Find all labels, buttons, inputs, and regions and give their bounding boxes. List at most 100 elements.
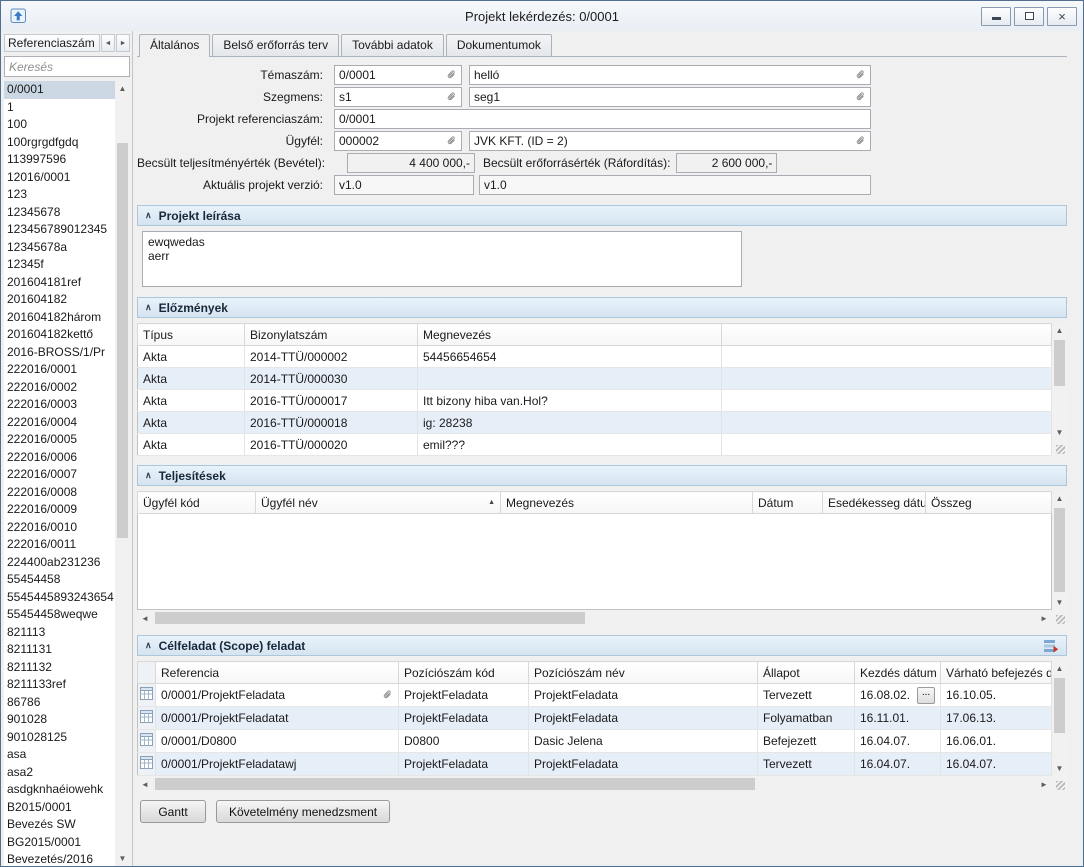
list-item[interactable]: 100	[4, 116, 115, 134]
detail-grid-icon[interactable]	[140, 712, 153, 726]
scrollbar-thumb[interactable]	[1054, 340, 1065, 386]
scrollbar-thumb[interactable]	[1054, 678, 1065, 733]
column-header[interactable]: Kezdés dátum	[855, 662, 941, 684]
column-header[interactable]: Összeg	[926, 492, 1052, 514]
list-item[interactable]: Bevezés SW	[4, 816, 115, 834]
temaszam-name-field[interactable]: helló	[469, 65, 871, 85]
scrollbar-thumb[interactable]	[155, 612, 585, 624]
paperclip-icon[interactable]	[855, 136, 866, 147]
becsult-raforditas-field[interactable]: 2 600 000,-	[676, 153, 777, 173]
table-row[interactable]: 0/0001/D0800 D0800 Dasic Jelena Befejeze…	[138, 730, 1052, 753]
column-header[interactable]: Várható befejezés d	[941, 662, 1052, 684]
celfeladat-hscrollbar[interactable]: ◄ ►	[137, 776, 1052, 792]
scroll-down-icon[interactable]: ▼	[1052, 595, 1067, 610]
table-row[interactable]: Akta 2014-TTÜ/000002 54456654654	[138, 346, 1052, 368]
search-input[interactable]	[4, 56, 130, 77]
close-button[interactable]: ×	[1047, 7, 1077, 26]
list-item[interactable]: 901028125	[4, 729, 115, 747]
verzio-field-1[interactable]: v1.0	[334, 175, 474, 195]
detail-grid-icon[interactable]	[140, 735, 153, 749]
table-row[interactable]: 0/0001/ProjektFeladata ProjektFeladata P…	[138, 684, 1052, 707]
collapse-icon[interactable]: ∧	[145, 640, 152, 651]
list-item[interactable]: 0/0001	[4, 81, 115, 99]
list-item[interactable]: 201604181ref	[4, 274, 115, 292]
list-item[interactable]: 222016/0010	[4, 519, 115, 537]
column-header[interactable]: Dátum	[753, 492, 823, 514]
table-row[interactable]: 0/0001/ProjektFeladatawj ProjektFeladata…	[138, 753, 1052, 776]
teljesitesek-hscrollbar[interactable]: ◄ ►	[137, 610, 1052, 626]
scroll-up-icon[interactable]: ▲	[1052, 323, 1067, 338]
list-item[interactable]: Bevezetés/2016	[4, 851, 115, 866]
list-item[interactable]: 222016/0001	[4, 361, 115, 379]
column-header[interactable]: Esedékesseg dátum	[823, 492, 926, 514]
minimize-button[interactable]	[981, 7, 1011, 26]
list-item[interactable]: 2016-BROSS/1/Pr	[4, 344, 115, 362]
column-header[interactable]: Bizonylatszám	[245, 324, 418, 346]
list-item[interactable]: asa	[4, 746, 115, 764]
scroll-left-icon[interactable]: ◄	[137, 610, 153, 626]
sidebar-column-header[interactable]: Referenciaszám	[4, 34, 100, 52]
detail-grid-icon[interactable]	[140, 758, 153, 772]
list-item[interactable]: 222016/0004	[4, 414, 115, 432]
column-header-empty[interactable]	[138, 662, 156, 684]
list-item[interactable]: 222016/0009	[4, 501, 115, 519]
resize-grip[interactable]	[1052, 776, 1067, 792]
scroll-down-icon[interactable]: ▼	[1052, 425, 1067, 440]
section-header-elozmenyek[interactable]: ∧ Előzmények	[137, 297, 1067, 318]
column-scroll-right-button[interactable]: ►	[116, 34, 130, 52]
resize-grip[interactable]	[1052, 440, 1067, 456]
list-item[interactable]: 224400ab231236	[4, 554, 115, 572]
column-scroll-left-button[interactable]: ◄	[101, 34, 115, 52]
list-item[interactable]: 55454458weqwe	[4, 606, 115, 624]
list-item[interactable]: 12016/0001	[4, 169, 115, 187]
column-header[interactable]: Pozíciószám kód	[399, 662, 529, 684]
list-item[interactable]: 8211131	[4, 641, 115, 659]
detail-grid-icon[interactable]	[140, 689, 153, 703]
list-item[interactable]: 8211132	[4, 659, 115, 677]
szegmens-code-field[interactable]: s1	[334, 87, 462, 107]
scrollbar-thumb[interactable]	[155, 778, 755, 790]
list-item[interactable]: 123456789012345	[4, 221, 115, 239]
table-row[interactable]: Akta 2016-TTÜ/000017 Itt bizony hiba van…	[138, 390, 1052, 412]
list-item[interactable]: 222016/0008	[4, 484, 115, 502]
list-item[interactable]: 12345678	[4, 204, 115, 222]
table-row[interactable]: Akta 2014-TTÜ/000030	[138, 368, 1052, 390]
list-item[interactable]: 12345f	[4, 256, 115, 274]
szegmens-name-field[interactable]: seg1	[469, 87, 871, 107]
column-header[interactable]: Állapot	[758, 662, 855, 684]
table-row[interactable]: Akta 2016-TTÜ/000020 emil???	[138, 434, 1052, 456]
paperclip-icon[interactable]	[446, 136, 457, 147]
scroll-up-icon[interactable]: ▲	[115, 81, 130, 96]
tab[interactable]: Dokumentumok	[446, 34, 552, 56]
list-item[interactable]: 123	[4, 186, 115, 204]
elozmenyek-scrollbar[interactable]: ▲ ▼	[1052, 323, 1067, 456]
list-item[interactable]: 8211133ref	[4, 676, 115, 694]
paperclip-icon[interactable]	[855, 92, 866, 103]
scrollbar-track[interactable]	[115, 96, 130, 851]
list-item[interactable]: 201604182három	[4, 309, 115, 327]
list-item[interactable]: 222016/0011	[4, 536, 115, 554]
list-item[interactable]: 12345678a	[4, 239, 115, 257]
ugyfel-code-field[interactable]: 000002	[334, 131, 462, 151]
list-item[interactable]: 100rgrgdfgdq	[4, 134, 115, 152]
temaszam-code-field[interactable]: 0/0001	[334, 65, 462, 85]
scrollbar-thumb[interactable]	[1054, 508, 1065, 592]
scrollbar-thumb[interactable]	[117, 143, 128, 538]
list-item[interactable]: 821113	[4, 624, 115, 642]
scroll-down-icon[interactable]: ▼	[115, 851, 130, 866]
scroll-down-icon[interactable]: ▼	[1052, 761, 1067, 776]
scroll-up-icon[interactable]: ▲	[1052, 661, 1067, 676]
column-header[interactable]: Ügyfél kód	[138, 492, 256, 514]
teljesitesek-scrollbar[interactable]: ▲ ▼	[1052, 491, 1067, 626]
tab[interactable]: További adatok	[341, 34, 444, 56]
tab[interactable]: Általános	[139, 34, 210, 57]
list-item[interactable]: asa2	[4, 764, 115, 782]
paperclip-icon[interactable]	[446, 70, 457, 81]
list-item[interactable]: 222016/0007	[4, 466, 115, 484]
column-header[interactable]: Referencia	[156, 662, 399, 684]
collapse-icon[interactable]: ∧	[145, 302, 152, 313]
list-item[interactable]: BG2015/0001	[4, 834, 115, 852]
scroll-left-icon[interactable]: ◄	[137, 776, 153, 792]
section-header-leiras[interactable]: ∧ Projekt leírása	[137, 205, 1067, 226]
collapse-icon[interactable]: ∧	[145, 210, 152, 221]
